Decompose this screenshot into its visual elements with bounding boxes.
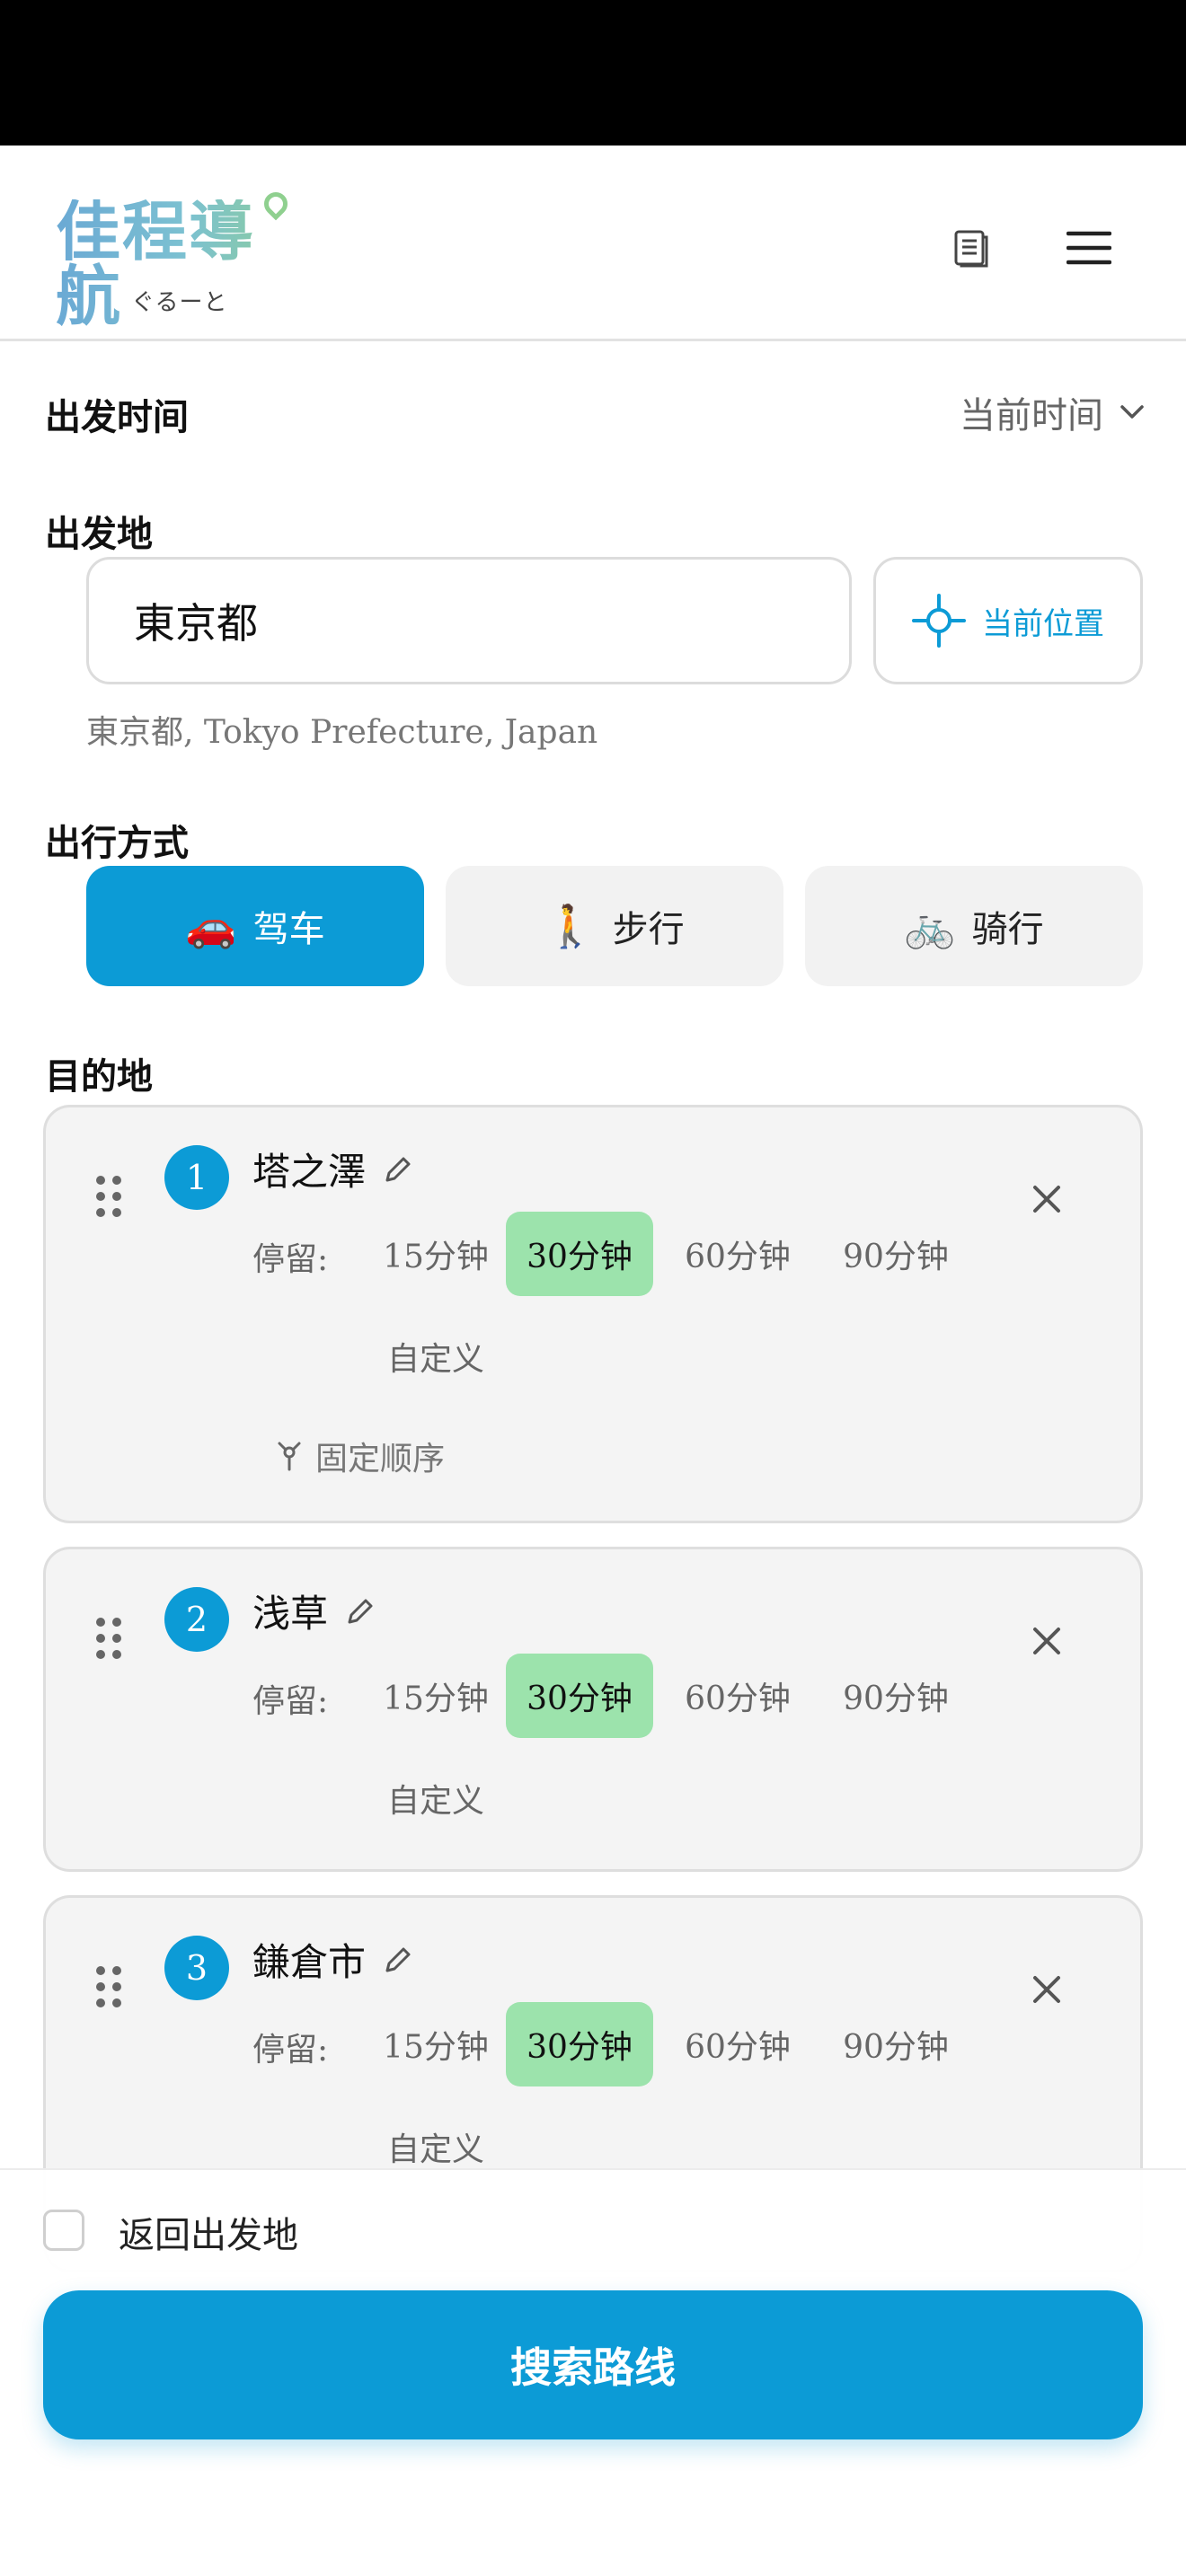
stay-option-90[interactable]: 90分钟 [824,1212,968,1296]
stay-option-90[interactable]: 90分钟 [824,2002,968,2086]
fixed-order-toggle[interactable]: 固定顺序 [274,1433,445,1479]
car-icon: 🚗 [185,901,237,950]
app-header: 佳程導航 ぐるーと [0,146,1186,341]
stay-option-30[interactable]: 30分钟 [506,1654,653,1738]
stay-option-60[interactable]: 60分钟 [666,2002,810,2086]
departure-time-label: 出发时间 [45,397,189,438]
origin-input[interactable]: 東京都 [86,557,852,684]
pencil-edit-icon[interactable] [344,1595,376,1628]
remove-destination-close-icon[interactable] [1025,1619,1068,1663]
remove-destination-close-icon[interactable] [1025,1178,1068,1221]
logo-subtitle: ぐるーと [131,289,228,316]
departure-time-select[interactable]: 当前时间 [960,386,1145,438]
stay-label: 停留: [252,1683,329,1720]
app-logo[interactable]: 佳程導航 ぐるーと [56,187,316,329]
stay-option-30[interactable]: 30分钟 [506,2002,653,2086]
bottom-action-bar: 返回出发地 搜索路线 [0,2168,1186,2576]
drag-handle-icon[interactable] [96,1176,123,1217]
remove-destination-close-icon[interactable] [1025,1968,1068,2011]
stay-label: 停留: [252,1241,329,1278]
destination-name-text: 塔之澤 [252,1150,367,1194]
pencil-edit-icon[interactable] [382,1944,414,1976]
origin-label: 出发地 [45,514,153,555]
destination-number-badge: 2 [164,1587,229,1652]
pencil-edit-icon[interactable] [382,1153,414,1186]
stay-option-15[interactable]: 15分钟 [364,1654,508,1738]
bicycle-icon: 🚲 [904,901,956,950]
stay-option-custom[interactable]: 自定义 [364,1314,508,1398]
return-to-origin-label[interactable]: 返回出发地 [119,2206,298,2258]
mode-driving-button[interactable]: 🚗 驾车 [86,866,424,986]
mode-cycling-label: 骑行 [971,909,1044,950]
destination-name[interactable]: 塔之澤 [252,1142,414,1196]
destination-number-badge: 3 [164,1936,229,2000]
destination-name[interactable]: 鎌倉市 [252,1932,414,1987]
mode-walking-label: 步行 [612,909,685,950]
walking-person-icon: 🚶 [544,901,597,950]
chevron-down-icon [1120,405,1144,419]
current-location-button[interactable]: 当前位置 [873,557,1143,684]
search-route-button[interactable]: 搜索路线 [43,2290,1143,2439]
destinations-label: 目的地 [45,1056,153,1098]
hamburger-menu-icon[interactable] [1064,223,1114,273]
destination-name[interactable]: 浅草 [252,1584,376,1638]
stay-option-60[interactable]: 60分钟 [666,1212,810,1296]
drag-handle-icon[interactable] [96,1618,123,1659]
origin-input-value: 東京都 [134,599,258,648]
stay-option-60[interactable]: 60分钟 [666,1654,810,1738]
mode-cycling-button[interactable]: 🚲 骑行 [805,866,1143,986]
crosshair-icon [912,594,966,648]
status-bar [0,0,1186,146]
pin-order-icon [278,1442,301,1471]
fixed-order-label: 固定顺序 [315,1441,446,1478]
mode-driving-label: 驾车 [252,909,325,950]
travel-mode-label: 出行方式 [45,823,189,864]
destination-card: 1 塔之澤 停留: 15分钟 30分钟 60分钟 90分钟 自定义 固定顺序 [43,1105,1143,1523]
stay-option-30[interactable]: 30分钟 [506,1212,653,1296]
stay-label: 停留: [252,2032,329,2069]
origin-hint: 東京都, Tokyo Prefecture, Japan [86,714,598,751]
return-to-origin-checkbox[interactable] [43,2210,84,2251]
destination-name-text: 浅草 [252,1592,329,1636]
destination-number-badge: 1 [164,1145,229,1210]
drag-handle-icon[interactable] [96,1966,123,2007]
stay-option-15[interactable]: 15分钟 [364,2002,508,2086]
stay-option-90[interactable]: 90分钟 [824,1654,968,1738]
document-icon[interactable] [945,223,996,273]
current-location-label: 当前位置 [982,605,1104,642]
mode-walking-button[interactable]: 🚶 步行 [446,866,783,986]
destination-name-text: 鎌倉市 [252,1940,367,1984]
departure-time-value: 当前时间 [960,395,1103,437]
destination-card: 2 浅草 停留: 15分钟 30分钟 60分钟 90分钟 自定义 [43,1547,1143,1872]
stay-option-15[interactable]: 15分钟 [364,1212,508,1296]
stay-option-custom[interactable]: 自定义 [364,1756,508,1840]
